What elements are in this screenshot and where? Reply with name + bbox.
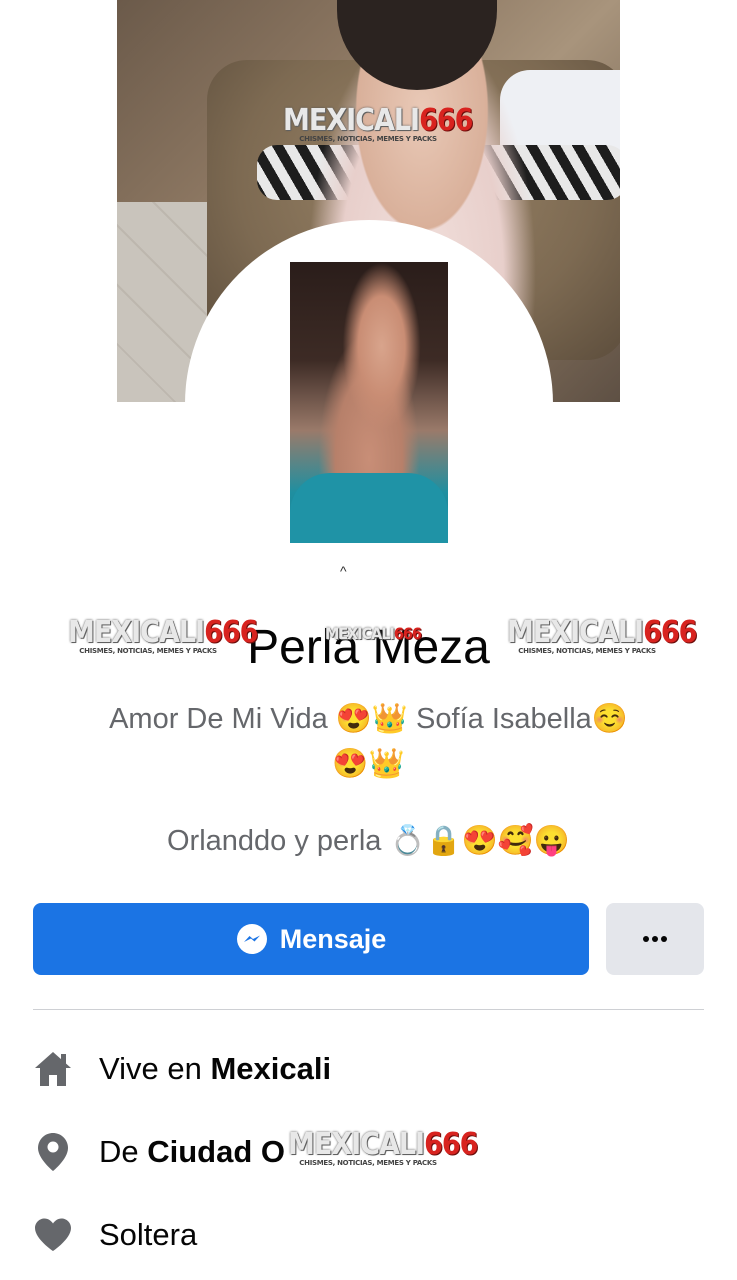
lives-place[interactable]: Mexicali bbox=[210, 1051, 331, 1086]
profile-picture[interactable] bbox=[290, 262, 448, 543]
bio-line-3: Orlanddo y perla 💍🔒😍🥰😛 bbox=[167, 825, 570, 857]
watermark-logo: MEXICALI666 CHISMES, NOTICIAS, MEMES Y P… bbox=[507, 615, 697, 655]
home-icon bbox=[33, 1049, 73, 1089]
message-button-label: Mensaje bbox=[279, 923, 387, 954]
more-options-button[interactable] bbox=[606, 903, 704, 975]
more-icon bbox=[643, 936, 667, 942]
watermark-logo: MEXICALI666 CHISMES, NOTICIAS, MEMES Y P… bbox=[68, 615, 258, 655]
info-relationship: Soltera bbox=[33, 1210, 704, 1260]
from-place[interactable]: Ciudad O bbox=[147, 1134, 285, 1169]
message-button[interactable]: Mensaje bbox=[33, 903, 589, 975]
location-pin-icon bbox=[33, 1132, 73, 1172]
relationship-status: Soltera bbox=[99, 1217, 198, 1252]
bio-line-1: Amor De Mi Vida 😍👑 Sofía Isabella☺️ bbox=[109, 703, 628, 735]
profile-page: MEXICALI666 CHISMES, NOTICIAS, MEMES Y P… bbox=[0, 0, 737, 1280]
small-glyph: ^ bbox=[340, 563, 347, 579]
messenger-icon bbox=[236, 923, 268, 955]
bio-line-2: 😍👑 bbox=[332, 748, 405, 780]
watermark-logo: MEXICALI666 CHISMES, NOTICIAS, MEMES Y P… bbox=[283, 103, 473, 143]
from-prefix: De bbox=[99, 1134, 148, 1169]
heart-icon bbox=[33, 1215, 73, 1255]
watermark-logo: MEXICALI666 CHISMES, NOTICIAS, MEMES Y P… bbox=[288, 1127, 478, 1167]
lives-prefix: Vive en bbox=[99, 1051, 211, 1086]
info-lives-in: Vive en Mexicali bbox=[33, 1044, 704, 1094]
section-divider bbox=[33, 1009, 704, 1010]
profile-picture-top bbox=[290, 473, 448, 543]
watermark-logo: MEXICALI666 bbox=[325, 624, 422, 643]
